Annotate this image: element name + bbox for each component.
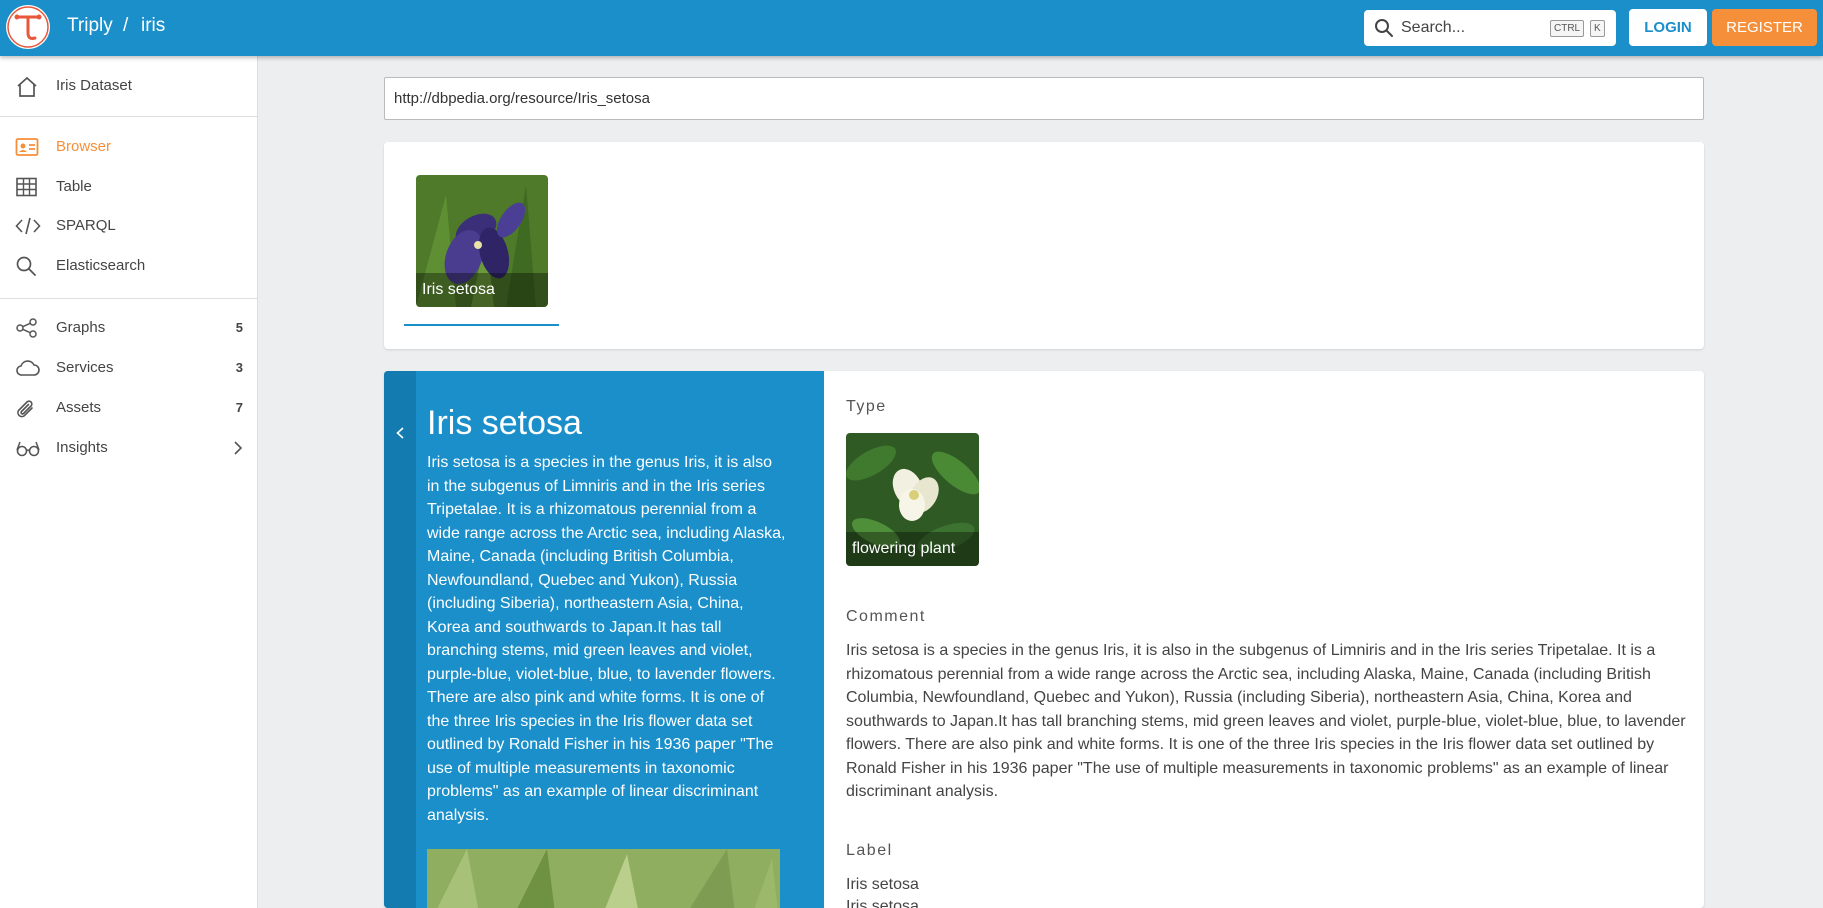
triply-logo[interactable] xyxy=(6,5,50,49)
top-bar: Triply / iris Search... CTRL K LOGIN REG… xyxy=(0,0,1823,56)
chevron-left-icon xyxy=(394,423,406,448)
browser-icon xyxy=(15,137,39,157)
resource-title: Iris setosa xyxy=(427,404,582,442)
table-icon xyxy=(15,177,39,197)
resource-image xyxy=(427,849,780,908)
search-input[interactable]: Search... CTRL K xyxy=(1364,10,1616,46)
sidebar-item-label: Insights xyxy=(56,439,108,456)
sidebar-item-label: SPARQL xyxy=(56,217,116,234)
graphs-count-badge: 5 xyxy=(235,320,243,335)
paperclip-icon xyxy=(15,398,39,418)
search-icon xyxy=(1374,18,1394,43)
sidebar-item-label: Iris Dataset xyxy=(56,77,132,94)
sidebar-item-graphs[interactable]: Graphs 5 xyxy=(0,309,258,347)
comment-property-label: Comment xyxy=(846,608,926,625)
sidebar-item-browser[interactable]: Browser xyxy=(0,128,258,166)
sidebar-item-label: Graphs xyxy=(56,319,106,336)
login-button[interactable]: LOGIN xyxy=(1629,9,1707,46)
search-icon xyxy=(15,256,39,276)
sidebar-item-assets[interactable]: Assets 7 xyxy=(0,389,258,427)
collapse-panel-button[interactable] xyxy=(384,371,416,908)
type-property-label: Type xyxy=(846,398,887,415)
resource-description: Iris setosa is a species in the genus Ir… xyxy=(427,454,786,824)
breadcrumb-separator: / xyxy=(123,15,129,36)
label-property-value: Iris setosa xyxy=(846,876,919,893)
shortcut-k-key: K xyxy=(1590,20,1605,37)
sidebar-item-label: Elasticsearch xyxy=(56,257,146,274)
sidebar-item-insights[interactable]: Insights xyxy=(0,429,258,467)
sidebar-item-label: Table xyxy=(56,178,92,195)
breadcrumb-site[interactable]: Triply xyxy=(67,15,113,37)
sidebar-item-elasticsearch[interactable]: Elasticsearch xyxy=(0,247,258,285)
register-button[interactable]: REGISTER xyxy=(1712,9,1817,46)
sidebar-item-label: Browser xyxy=(56,138,112,155)
sidebar-item-dataset[interactable]: Iris Dataset xyxy=(0,67,258,105)
glasses-icon xyxy=(15,438,40,458)
code-icon xyxy=(15,216,41,236)
home-icon xyxy=(15,76,39,97)
sidebar-item-label: Assets xyxy=(56,399,102,416)
type-thumbnail[interactable]: flowering plant xyxy=(846,433,979,566)
services-count-badge: 3 xyxy=(235,360,243,375)
breadcrumb-dataset[interactable]: iris xyxy=(141,15,165,37)
sidebar-divider xyxy=(0,298,258,299)
sidebar-item-label: Services xyxy=(56,359,114,376)
resource-detail-card: Iris setosa Iris setosa is a species in … xyxy=(384,371,1704,908)
cloud-icon xyxy=(15,358,40,378)
sidebar-divider xyxy=(0,116,258,117)
chevron-right-icon xyxy=(232,438,244,463)
resource-iri-input[interactable]: http://dbpedia.org/resource/Iris_setosa xyxy=(384,77,1704,120)
comment-property-value: Iris setosa is a species in the genus Ir… xyxy=(846,642,1686,800)
sidebar-item-sparql[interactable]: SPARQL xyxy=(0,207,258,245)
thumbnail-caption: flowering plant xyxy=(846,532,979,566)
active-thumbnail-indicator xyxy=(404,324,559,326)
thumbnail-caption: Iris setosa xyxy=(416,273,548,307)
shortcut-ctrl-key: CTRL xyxy=(1550,20,1585,37)
gallery-thumbnail[interactable]: Iris setosa xyxy=(416,175,548,307)
sidebar: Iris Dataset Browser Table SPARQL Elasti… xyxy=(0,56,258,908)
search-placeholder: Search... xyxy=(1401,19,1466,36)
assets-count-badge: 7 xyxy=(235,400,243,415)
label-property-label: Label xyxy=(846,842,893,859)
resource-iri-value: http://dbpedia.org/resource/Iris_setosa xyxy=(394,90,650,107)
sidebar-item-services[interactable]: Services 3 xyxy=(0,349,258,387)
graph-icon xyxy=(15,318,39,338)
sidebar-item-table[interactable]: Table xyxy=(0,168,258,206)
resource-summary-panel: Iris setosa Iris setosa is a species in … xyxy=(384,371,824,908)
label-property-value: Iris setosa xyxy=(846,898,919,908)
image-gallery-card: Iris setosa xyxy=(384,142,1704,349)
